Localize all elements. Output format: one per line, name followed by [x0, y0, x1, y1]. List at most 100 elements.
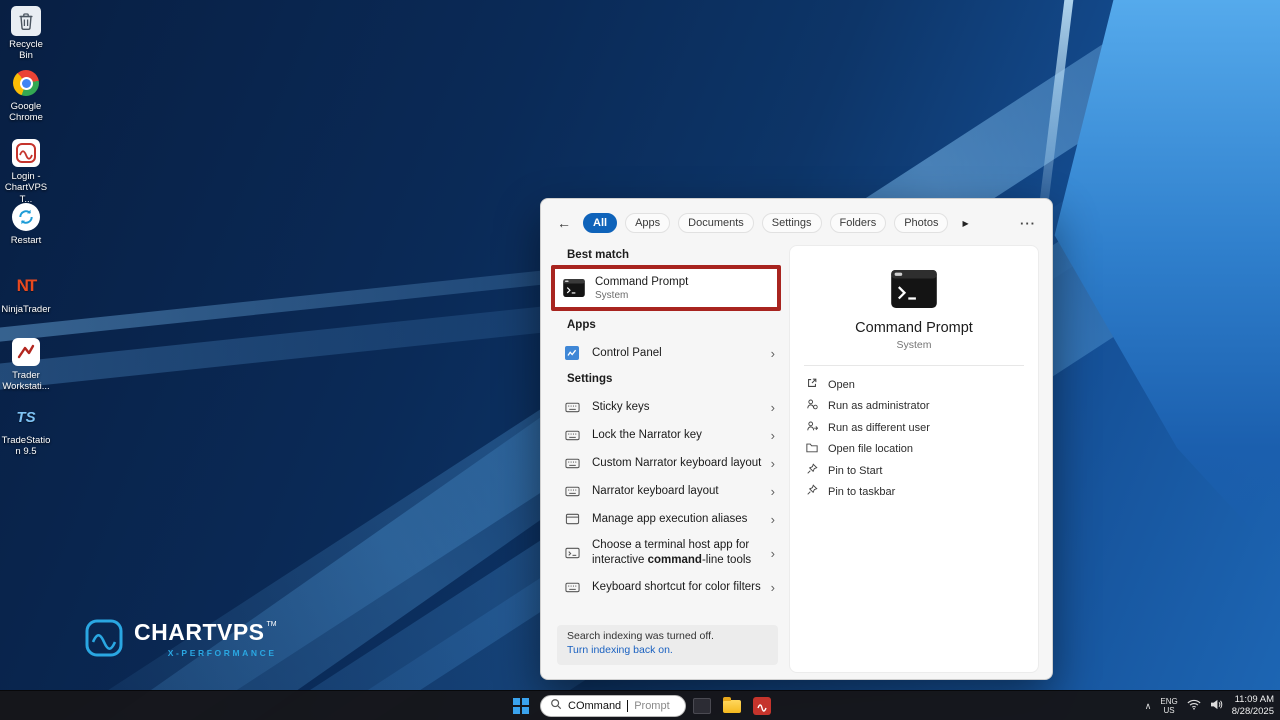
tab-settings[interactable]: Settings — [762, 213, 822, 233]
action-pin-to-taskbar[interactable]: Pin to taskbar — [790, 482, 1038, 504]
watermark-brand: CHARTVPS — [134, 619, 265, 646]
chevron-right-icon[interactable]: › — [771, 346, 775, 361]
taskbar-app-red[interactable] — [752, 696, 772, 716]
result-label: Lock the Narrator key — [592, 428, 702, 443]
tab-documents[interactable]: Documents — [678, 213, 754, 233]
command-prompt-icon — [563, 279, 585, 297]
search-suggestion-text: Prompt — [634, 700, 669, 712]
settings-header: Settings — [567, 373, 612, 385]
result-custom-narrator-layout[interactable]: Custom Narrator keyboard layout › — [555, 449, 781, 477]
action-run-as-administrator[interactable]: Run as administrator — [790, 396, 1038, 418]
result-control-panel[interactable]: Control Panel › — [555, 339, 781, 367]
result-lock-narrator-key[interactable]: Lock the Narrator key › — [555, 421, 781, 449]
action-open[interactable]: Open — [790, 374, 1038, 396]
desktop-icon-restart[interactable]: Restart — [2, 202, 50, 246]
admin-user-icon — [806, 397, 818, 415]
chevron-right-icon[interactable]: › — [771, 400, 775, 415]
result-label: Control Panel — [592, 346, 662, 361]
control-panel-icon — [564, 345, 580, 361]
desktop-icon-tradestation[interactable]: TS TradeStation 9.5 — [2, 402, 50, 458]
desktop-icon-label: TradeStation 9.5 — [0, 435, 52, 458]
keyboard-icon — [564, 428, 580, 442]
taskbar: COmmand Prompt ∧ ENG US 11:09 AM 8/28/20… — [0, 690, 1280, 720]
chartvps-logo-icon — [84, 618, 124, 658]
windows-logo-icon — [513, 698, 529, 714]
desktop-icon-chartvps-login[interactable]: Login - ChartVPS T... — [2, 138, 50, 205]
best-match-header: Best match — [567, 249, 629, 261]
tray-overflow-chevron-icon[interactable]: ∧ — [1145, 701, 1152, 712]
taskbar-clock[interactable]: 11:09 AM 8/28/2025 — [1232, 694, 1274, 718]
preview-subtitle: System — [790, 339, 1038, 351]
preview-actions: Open Run as administrator Run as differe… — [790, 366, 1038, 503]
chrome-icon — [11, 68, 41, 98]
taskbar-search-box[interactable]: COmmand Prompt — [540, 695, 686, 717]
apps-results-list: Control Panel › — [555, 339, 781, 367]
desktop-screen: Recycle Bin Google Chrome Login - ChartV… — [0, 0, 1280, 720]
result-sticky-keys[interactable]: Sticky keys › — [555, 393, 781, 421]
trader-workstation-icon — [11, 337, 41, 367]
taskbar-file-explorer[interactable] — [722, 696, 742, 716]
result-app-execution-aliases[interactable]: Manage app execution aliases › — [555, 505, 781, 533]
desktop-icon-recycle-bin[interactable]: Recycle Bin — [2, 6, 50, 62]
chevron-right-icon[interactable]: › — [771, 456, 775, 471]
options-ellipsis-icon[interactable]: ··· — [1020, 216, 1036, 231]
action-pin-to-start[interactable]: Pin to Start — [790, 460, 1038, 482]
result-title: Command Prompt — [595, 276, 688, 288]
volume-icon[interactable] — [1210, 697, 1223, 715]
search-indexing-notice: Search indexing was turned off. Turn ind… — [557, 625, 778, 665]
back-arrow-icon[interactable]: ← — [557, 215, 575, 231]
search-typed-text: COmmand — [568, 700, 621, 712]
tradestation-icon: TS — [11, 402, 41, 432]
result-color-filters-shortcut[interactable]: Keyboard shortcut for color filters › — [555, 573, 781, 601]
keyboard-icon — [564, 484, 580, 498]
result-label: Manage app execution aliases — [592, 512, 747, 527]
desktop-icon-google-chrome[interactable]: Google Chrome — [2, 68, 50, 124]
tab-all[interactable]: All — [583, 213, 617, 233]
clock-time: 11:09 AM — [1232, 694, 1274, 706]
action-open-file-location[interactable]: Open file location — [790, 439, 1038, 461]
keyboard-icon — [564, 456, 580, 470]
chevron-right-icon[interactable]: › — [771, 512, 775, 527]
tab-photos[interactable]: Photos — [894, 213, 948, 233]
result-narrator-layout[interactable]: Narrator keyboard layout › — [555, 477, 781, 505]
restart-icon — [11, 202, 41, 232]
language-indicator[interactable]: ENG US — [1160, 697, 1177, 715]
chevron-right-icon[interactable]: › — [771, 546, 775, 561]
red-app-icon — [753, 697, 771, 715]
pin-icon — [806, 483, 818, 501]
network-icon[interactable] — [1187, 697, 1201, 715]
recycle-bin-icon — [11, 6, 41, 36]
search-filter-tabs: ← All Apps Documents Settings Folders Ph… — [557, 211, 1036, 235]
settings-results-list: Sticky keys › Lock the Narrator key › Cu… — [555, 393, 781, 601]
switch-user-icon — [806, 419, 818, 437]
tab-folders[interactable]: Folders — [830, 213, 887, 233]
tab-apps[interactable]: Apps — [625, 213, 670, 233]
desktop-icon-ninjatrader[interactable]: NT NinjaTrader — [2, 271, 50, 315]
chevron-right-icon[interactable]: › — [771, 428, 775, 443]
desktop-icon-label: Restart — [11, 235, 42, 246]
chevron-right-icon[interactable]: › — [771, 580, 775, 595]
annotation-highlight-best-match: Command Prompt System — [551, 265, 781, 311]
search-icon — [550, 697, 562, 715]
pin-icon — [806, 462, 818, 480]
taskbar-app-dark-window[interactable] — [692, 696, 712, 716]
result-preview-pane: Command Prompt System Open Run as admini… — [789, 245, 1039, 673]
start-button[interactable] — [510, 695, 532, 717]
desktop-icon-label: Google Chrome — [2, 101, 50, 124]
watermark-tm: TM — [267, 621, 277, 628]
desktop-icon-trader-workstation[interactable]: Trader Workstati... — [2, 337, 50, 393]
terminal-icon — [564, 546, 580, 560]
result-terminal-host-app[interactable]: Choose a terminal host app for interacti… — [555, 533, 781, 573]
indexing-message: Search indexing was turned off. — [567, 630, 768, 642]
indexing-link[interactable]: Turn indexing back on. — [567, 644, 768, 656]
system-tray: ∧ ENG US 11:09 AM 8/28/2025 — [1145, 691, 1274, 720]
search-flyout-panel: ← All Apps Documents Settings Folders Ph… — [540, 198, 1053, 680]
more-tabs-icon[interactable]: ▶ — [962, 219, 968, 228]
desktop-icon-label: Trader Workstati... — [2, 370, 50, 393]
chevron-right-icon[interactable]: › — [771, 484, 775, 499]
ninjatrader-icon: NT — [11, 271, 41, 301]
action-run-as-different-user[interactable]: Run as different user — [790, 417, 1038, 439]
best-match-result[interactable]: Command Prompt System — [595, 276, 688, 301]
apps-header: Apps — [567, 319, 596, 331]
dark-app-icon — [693, 698, 711, 714]
